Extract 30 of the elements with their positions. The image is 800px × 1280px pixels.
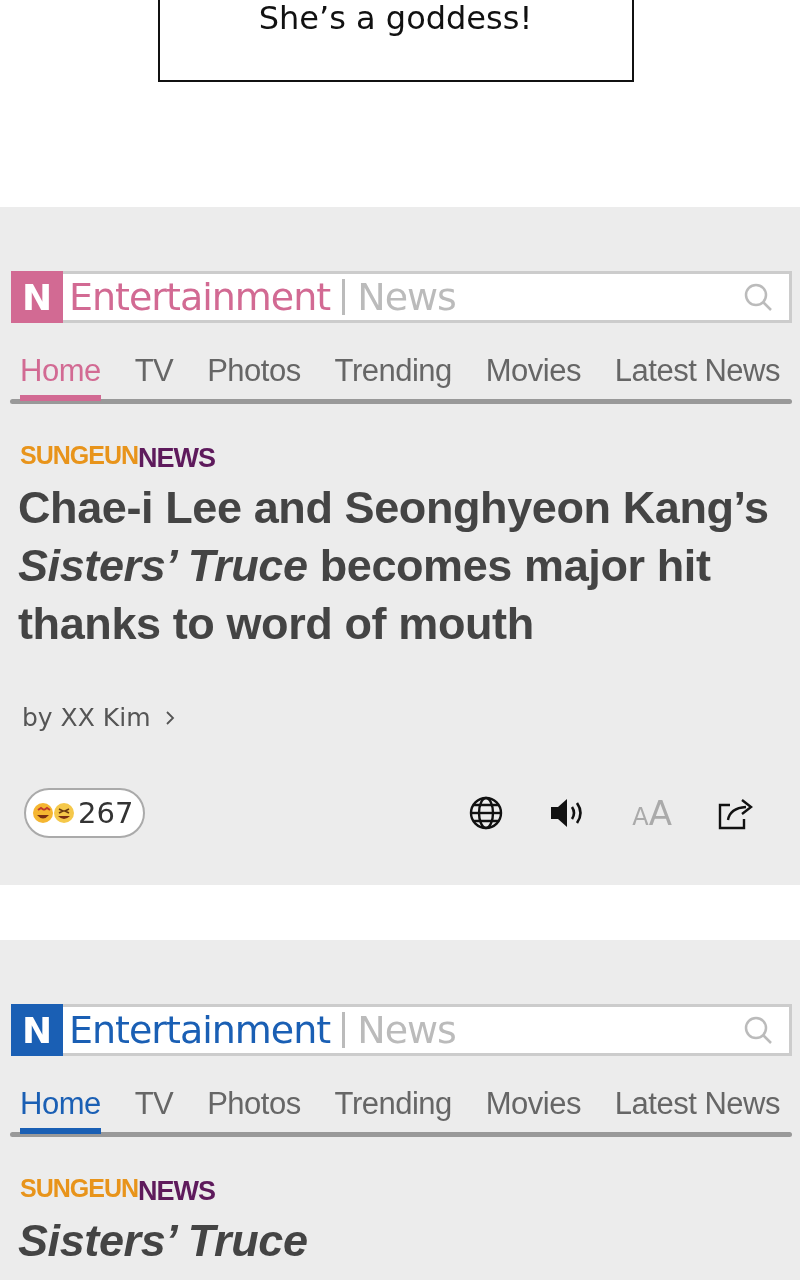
nav-tab[interactable]: Photos: [207, 353, 301, 401]
headline: Chae-i Lee and Seonghyeon Kang’s Sisters’ Truce becomes major hit thanks to word of mouth: [18, 481, 770, 651]
globe-icon[interactable]: [468, 795, 505, 831]
nav-tab[interactable]: Movies: [485, 1086, 581, 1134]
brand-title: Entertainment: [69, 1008, 331, 1052]
reactions-button[interactable]: 267: [24, 788, 146, 838]
section-title: News: [357, 275, 457, 319]
nav-tab[interactable]: Movies: [485, 353, 581, 401]
author-link[interactable]: by XX Kim: [22, 703, 175, 732]
brand-title: Entertainment: [69, 275, 331, 319]
nav-tab[interactable]: Trending: [334, 1086, 452, 1134]
nav-tab[interactable]: Photos: [207, 1086, 301, 1134]
nav-tab[interactable]: TV: [134, 353, 174, 401]
speech-bubble: She’s a goddess!: [157, 0, 634, 82]
nav-tab[interactable]: Latest News: [614, 1086, 780, 1134]
publisher-name: SUNGEUN: [20, 441, 138, 469]
publisher-name: NEWS: [138, 443, 215, 473]
brand-logo: N: [11, 1004, 63, 1056]
chevron-icon: [164, 709, 175, 726]
nav-tab[interactable]: Trending: [334, 353, 452, 401]
headline: Sisters’ Truce: [18, 1214, 309, 1268]
nav-tab[interactable]: Latest News: [614, 353, 780, 401]
search-bar[interactable]: N Entertainment News: [11, 1004, 792, 1056]
publisher-name: SUNGEUN: [20, 1174, 138, 1202]
publisher-name: NEWS: [138, 1176, 215, 1206]
emoji-icon: [32, 801, 76, 825]
section-title: News: [357, 1008, 457, 1052]
brand-logo: N: [11, 271, 63, 323]
nav-tab[interactable]: TV: [134, 1086, 174, 1134]
search-bar[interactable]: N Entertainment News: [11, 271, 792, 323]
